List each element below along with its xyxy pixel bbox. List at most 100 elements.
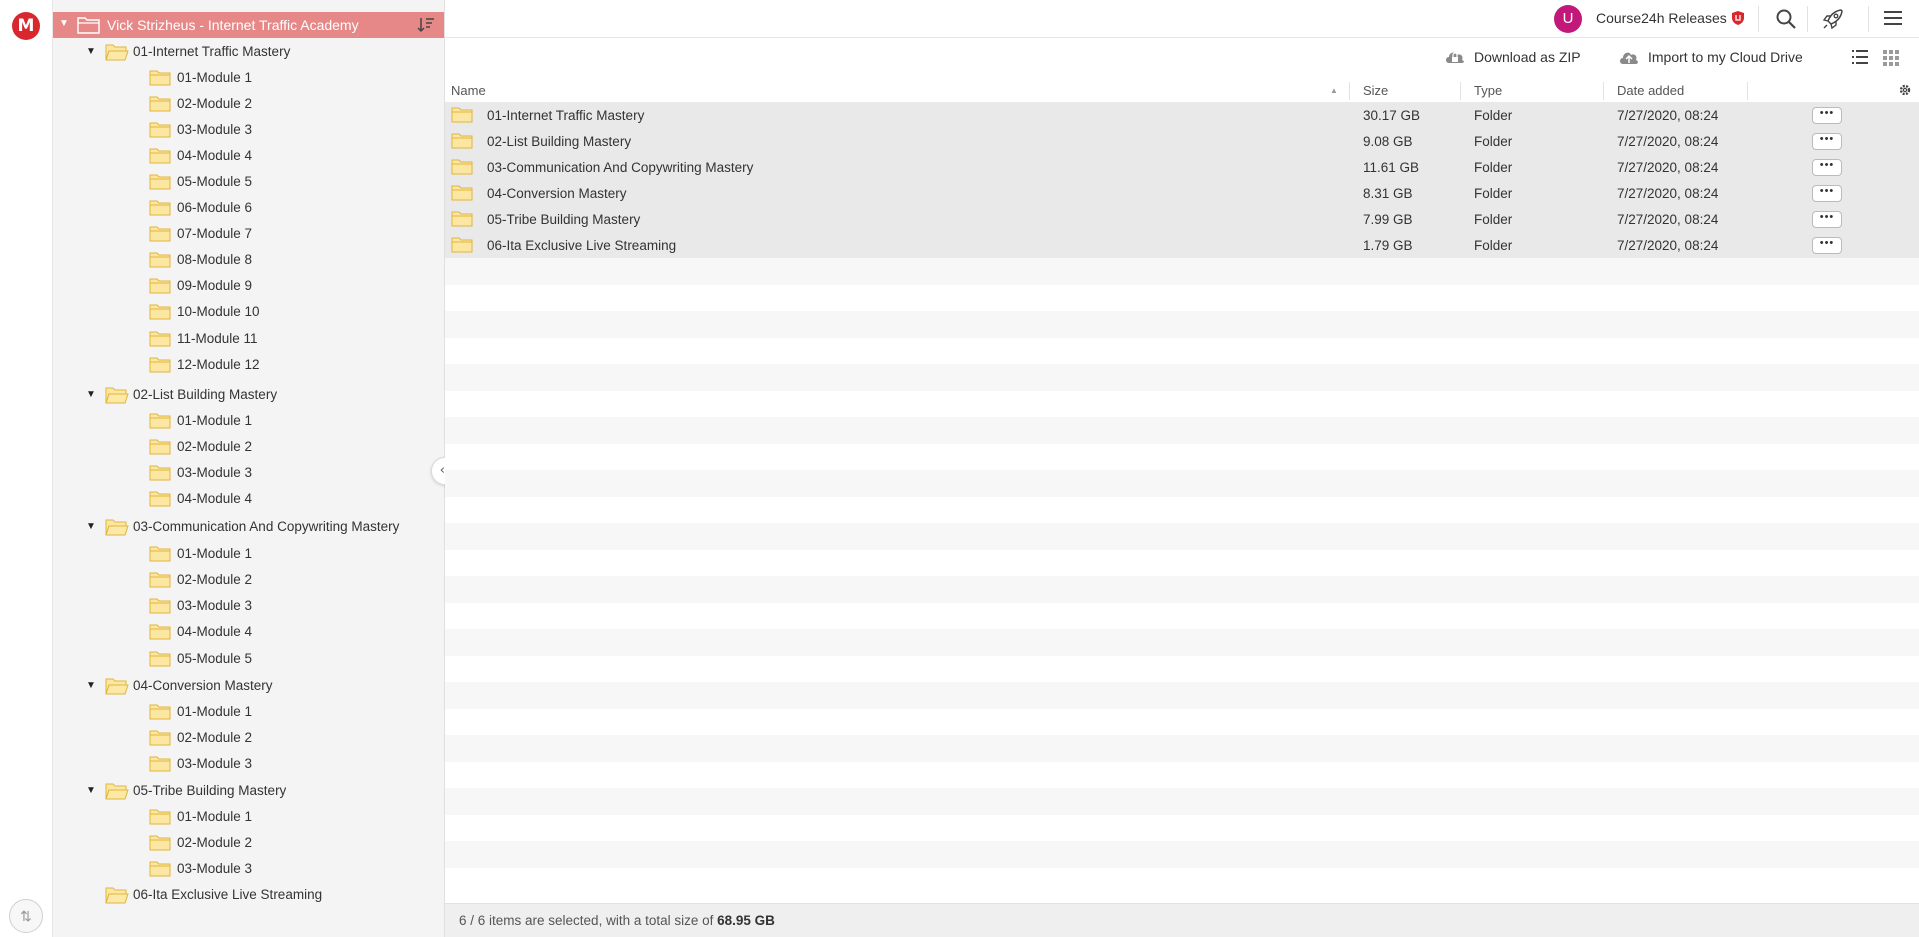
- tree-subfolder-item[interactable]: 04-Module 4: [131, 488, 446, 510]
- tree-subfolder-item[interactable]: 03-Module 3: [131, 858, 446, 880]
- column-divider[interactable]: [1349, 82, 1350, 100]
- tree-subfolder-item[interactable]: 12-Module 12: [131, 354, 446, 376]
- folder-tree-panel: ▼ Vick Strizheus - Internet Traffic Acad…: [53, 0, 459, 937]
- column-divider[interactable]: [1460, 82, 1461, 100]
- divider: [1807, 6, 1808, 32]
- table-row[interactable]: 03-Communication And Copywriting Mastery…: [445, 154, 1919, 180]
- more-options-button[interactable]: •••: [1812, 133, 1842, 150]
- more-options-button[interactable]: •••: [1812, 185, 1842, 202]
- transfer-manager-icon[interactable]: ⇅: [9, 899, 43, 933]
- tree-subfolder-item[interactable]: 02-Module 2: [131, 93, 446, 115]
- empty-row: [445, 682, 1919, 709]
- empty-row: [445, 443, 1919, 470]
- tree-subfolder-item[interactable]: 01-Module 1: [131, 543, 446, 565]
- tree-folder-item[interactable]: ▼ 01-Internet Traffic Mastery: [86, 41, 446, 63]
- folder-open-icon: [105, 518, 129, 539]
- tree-folder-item[interactable]: ▼ 03-Communication And Copywriting Master…: [86, 516, 446, 538]
- tree-subfolder-item[interactable]: 06-Module 6: [131, 197, 446, 219]
- empty-row: [445, 708, 1919, 735]
- empty-row: [445, 364, 1919, 391]
- caret-down-icon[interactable]: ▼: [86, 680, 96, 691]
- folder-open-icon: [105, 886, 129, 907]
- caret-down-icon[interactable]: ▼: [86, 389, 96, 400]
- tree-item-label: 01-Internet Traffic Mastery: [133, 44, 291, 59]
- avatar[interactable]: U: [1554, 5, 1582, 33]
- tree-subfolder-item[interactable]: 09-Module 9: [131, 275, 446, 297]
- tree-subfolder-item[interactable]: 07-Module 7: [131, 223, 446, 245]
- table-row[interactable]: 04-Conversion Mastery 8.31 GB Folder 7/27/2…: [445, 180, 1919, 206]
- caret-down-icon[interactable]: ▼: [86, 785, 96, 796]
- column-header-size[interactable]: Size: [1363, 83, 1388, 98]
- more-options-button[interactable]: •••: [1812, 159, 1842, 176]
- tree-subfolder-item[interactable]: 01-Module 1: [131, 701, 446, 723]
- tree-subfolder-item[interactable]: 03-Module 3: [131, 595, 446, 617]
- tree-subfolder-item[interactable]: 05-Module 5: [131, 171, 446, 193]
- caret-down-icon[interactable]: ▼: [86, 46, 96, 57]
- tree-folder-item[interactable]: ▼ 05-Tribe Building Mastery: [86, 780, 446, 802]
- tree-subfolder-item[interactable]: 02-Module 2: [131, 569, 446, 591]
- tree-subfolder-item[interactable]: 02-Module 2: [131, 436, 446, 458]
- column-divider[interactable]: [1603, 82, 1604, 100]
- more-options-button[interactable]: •••: [1812, 237, 1842, 254]
- table-row[interactable]: 02-List Building Mastery 9.08 GB Folder 7/2…: [445, 128, 1919, 154]
- table-row[interactable]: 06-Ita Exclusive Live Streaming 1.79 GB Fo…: [445, 232, 1919, 258]
- row-size: 9.08 GB: [1363, 134, 1413, 149]
- caret-down-icon[interactable]: ▼: [86, 521, 96, 532]
- tree-subfolder-item[interactable]: 04-Module 4: [131, 145, 446, 167]
- account-name[interactable]: Course24h Releases: [1596, 10, 1727, 26]
- search-icon[interactable]: [1775, 8, 1797, 30]
- folder-icon: [451, 210, 473, 230]
- tree-subfolder-item[interactable]: 05-Module 5: [131, 648, 446, 670]
- column-header-type[interactable]: Type: [1474, 83, 1502, 98]
- more-options-button[interactable]: •••: [1812, 211, 1842, 228]
- folder-open-icon: [105, 386, 129, 407]
- folder-open-icon: [105, 43, 129, 64]
- grid-view-icon[interactable]: [1882, 49, 1900, 67]
- tree-subfolder-item[interactable]: 01-Module 1: [131, 806, 446, 828]
- top-bar: U Course24h Releases: [445, 0, 1919, 38]
- column-divider[interactable]: [1747, 82, 1748, 100]
- list-view-icon[interactable]: [1851, 49, 1869, 65]
- tree-item-label: 06-Ita Exclusive Live Streaming: [133, 887, 323, 902]
- empty-row: [445, 496, 1919, 523]
- sort-icon[interactable]: [416, 16, 436, 34]
- divider: [1758, 6, 1759, 32]
- tree-item-label: 02-Module 2: [177, 439, 253, 454]
- table-row[interactable]: 01-Internet Traffic Mastery 30.17 GB Folde…: [445, 102, 1919, 128]
- tree-subfolder-item[interactable]: 10-Module 10: [131, 301, 446, 323]
- folder-icon: [149, 95, 171, 115]
- tree-item-label: 02-Module 2: [177, 572, 253, 587]
- folder-open-icon: [105, 782, 129, 803]
- folder-icon: [149, 490, 171, 510]
- tree-item-label: 05-Module 5: [177, 651, 253, 666]
- table-row[interactable]: 05-Tribe Building Mastery 7.99 GB Folder 7/…: [445, 206, 1919, 232]
- tree-item-label: 01-Module 1: [177, 413, 253, 428]
- more-options-button[interactable]: •••: [1812, 107, 1842, 124]
- mega-logo-icon[interactable]: M: [12, 12, 40, 40]
- rocket-icon[interactable]: [1821, 7, 1845, 31]
- tree-subfolder-item[interactable]: 03-Module 3: [131, 462, 446, 484]
- folder-icon: [149, 438, 171, 458]
- tree-subfolder-item[interactable]: 03-Module 3: [131, 753, 446, 775]
- folder-icon: [149, 277, 171, 297]
- tree-folder-item[interactable]: ▼ 04-Conversion Mastery: [86, 675, 446, 697]
- tree-subfolder-item[interactable]: 04-Module 4: [131, 621, 446, 643]
- tree-subfolder-item[interactable]: 03-Module 3: [131, 119, 446, 141]
- tree-subfolder-item[interactable]: 01-Module 1: [131, 410, 446, 432]
- tree-subfolder-item[interactable]: 02-Module 2: [131, 727, 446, 749]
- folder-open-icon: [105, 677, 129, 698]
- tree-root-item[interactable]: ▼ Vick Strizheus - Internet Traffic Acad…: [53, 12, 444, 38]
- column-header-name[interactable]: Name: [451, 83, 486, 98]
- file-list-empty-area[interactable]: [445, 258, 1919, 898]
- tree-folder-item[interactable]: 06-Ita Exclusive Live Streaming: [86, 884, 446, 906]
- hamburger-menu-icon[interactable]: [1883, 9, 1903, 27]
- tree-subfolder-item[interactable]: 08-Module 8: [131, 249, 446, 271]
- tree-subfolder-item[interactable]: 11-Module 11: [131, 328, 446, 350]
- caret-down-icon[interactable]: ▼: [59, 18, 69, 29]
- tree-folder-item[interactable]: ▼ 02-List Building Mastery: [86, 384, 446, 406]
- tree-subfolder-item[interactable]: 02-Module 2: [131, 832, 446, 854]
- tree-subfolder-item[interactable]: 01-Module 1: [131, 67, 446, 89]
- gear-icon[interactable]: [1898, 83, 1912, 97]
- sort-ascending-icon[interactable]: ▲: [1330, 86, 1338, 95]
- column-header-date[interactable]: Date added: [1617, 83, 1684, 98]
